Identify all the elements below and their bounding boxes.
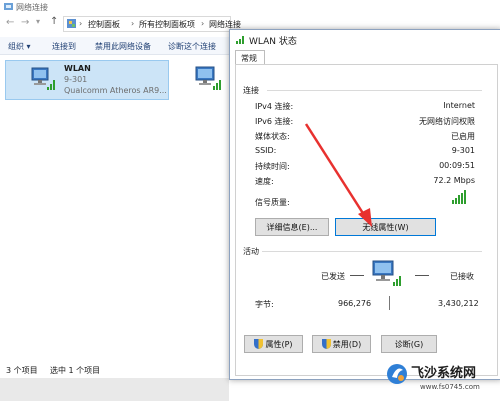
ipv4-label: IPv4 连接:	[255, 102, 294, 111]
adapter-name: WLAN	[64, 64, 91, 73]
activity-divider	[262, 251, 482, 252]
tab-general-label: 常规	[241, 54, 257, 63]
control-panel-icon	[67, 19, 76, 28]
wireless-adapter-icon	[30, 65, 56, 91]
bytes-separator	[389, 296, 390, 310]
breadcrumb-control-panel[interactable]: 控制面板	[88, 19, 120, 30]
connect-to-button[interactable]: 连接到	[52, 41, 76, 52]
watermark-logo-icon	[386, 363, 408, 385]
address-bar[interactable]: › 控制面板 › 所有控制面板项 › 网络连接	[63, 16, 241, 32]
disable-device-button[interactable]: 禁用此网络设备	[95, 41, 151, 52]
signal-quality-label: 信号质量:	[255, 198, 290, 207]
network-folder-icon	[4, 2, 13, 11]
uac-shield-icon	[321, 339, 331, 349]
media-state-value: 已启用	[451, 132, 475, 141]
breadcrumb-separator: ›	[79, 19, 83, 28]
sent-label: 已发送	[321, 272, 345, 281]
breadcrumb-separator: ›	[131, 19, 135, 28]
duration-label: 持续时间:	[255, 162, 290, 171]
network-activity-icon	[370, 258, 404, 288]
signal-bar	[461, 192, 463, 204]
bytes-received-value: 3,430,212	[438, 299, 479, 308]
connection-divider	[267, 90, 482, 91]
network-adapter-icon[interactable]	[194, 64, 224, 92]
received-line	[415, 275, 429, 276]
watermark-url: www.fs0745.com	[420, 383, 480, 391]
properties-button-label: 属性(P)	[265, 339, 293, 349]
selected-count: 选中 1 个项目	[50, 366, 101, 375]
ssid-label: SSID:	[255, 146, 277, 155]
explorer-window-title: 网络连接	[16, 3, 48, 12]
bytes-sent-value: 966,276	[338, 299, 372, 308]
wlan-adapter-item[interactable]: WLAN 9-301 Qualcomm Atheros AR9...	[5, 60, 169, 100]
signal-quality-bars	[452, 190, 466, 204]
command-bar: 组织 ▾ 连接到 禁用此网络设备 诊断这个连接	[0, 37, 229, 55]
ssid-value: 9-301	[451, 146, 475, 155]
adapter-device: Qualcomm Atheros AR9...	[64, 86, 167, 95]
breadcrumb-separator: ›	[201, 19, 205, 28]
taskbar-strip	[0, 378, 229, 401]
media-state-label: 媒体状态:	[255, 132, 290, 141]
organize-button[interactable]: 组织 ▾	[8, 41, 31, 52]
annotation-arrow	[304, 123, 372, 227]
signal-bar	[464, 190, 466, 204]
signal-bar	[452, 200, 454, 204]
item-count: 3 个项目	[6, 366, 38, 375]
bytes-label: 字节:	[255, 300, 274, 309]
watermark-brand: 飞沙系统网	[411, 366, 477, 381]
ipv6-label: IPv6 连接:	[255, 117, 294, 126]
forward-arrow-icon[interactable]: →	[21, 17, 29, 28]
received-label: 已接收	[450, 272, 474, 281]
duration-value: 00:09:51	[439, 161, 475, 170]
diagnose-connection-button[interactable]: 诊断这个连接	[168, 41, 216, 52]
properties-button[interactable]: 属性(P)	[244, 335, 303, 353]
ipv6-value: 无网络访问权限	[419, 117, 475, 126]
sent-line	[350, 275, 364, 276]
up-arrow-icon[interactable]: ↑	[50, 16, 58, 27]
tab-general[interactable]: 常规	[235, 50, 265, 65]
watermark: 飞沙系统网 www.fs0745.com	[384, 361, 500, 401]
speed-value: 72.2 Mbps	[433, 176, 475, 185]
connection-group-label: 连接	[243, 86, 259, 95]
activity-group-label: 活动	[243, 247, 259, 256]
signal-bar	[455, 197, 457, 204]
dialog-title: WLAN 状态	[249, 37, 297, 47]
wlan-signal-icon	[236, 34, 246, 44]
status-bar: 3 个项目 选中 1 个项目	[0, 360, 229, 378]
diagnose-button-label: 诊断(G)	[394, 339, 424, 349]
adapter-network: 9-301	[64, 75, 88, 84]
recent-dropdown-icon[interactable]: ▾	[36, 17, 40, 26]
ipv4-value: Internet	[443, 101, 475, 110]
uac-shield-icon	[254, 339, 264, 349]
breadcrumb-all-items[interactable]: 所有控制面板项	[139, 19, 195, 30]
explorer-titlebar: 网络连接	[0, 0, 500, 14]
speed-label: 速度:	[255, 177, 274, 186]
diagnose-button[interactable]: 诊断(G)	[381, 335, 437, 353]
disable-button[interactable]: 禁用(D)	[312, 335, 371, 353]
disable-button-label: 禁用(D)	[332, 339, 362, 349]
back-arrow-icon[interactable]: ←	[6, 17, 14, 28]
signal-bar	[458, 195, 460, 204]
